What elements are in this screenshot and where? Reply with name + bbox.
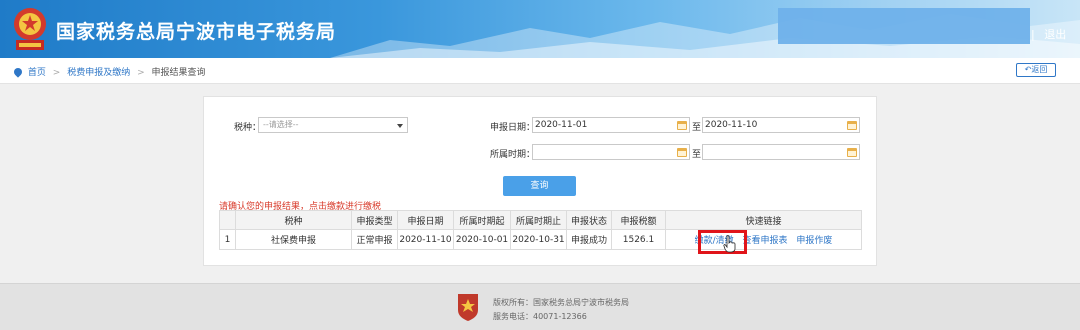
calendar-icon[interactable] — [847, 121, 857, 130]
site-header: 国家税务总局宁波市电子税务局 | 退出 — [0, 0, 1080, 58]
header-separator: | — [1031, 28, 1035, 41]
row-amount: 1526.1 — [611, 229, 666, 250]
row-index: 1 — [219, 229, 236, 250]
query-button[interactable]: 查询 — [503, 176, 576, 196]
table-header-declare-date: 申报日期 — [397, 210, 454, 230]
chevron-down-icon — [397, 124, 403, 128]
tax-type-select[interactable]: --请选择-- — [258, 117, 408, 133]
to-label: 至 — [692, 150, 702, 160]
breadcrumb-home[interactable]: 首页 — [28, 68, 46, 78]
table-row: 1 社保费申报 正常申报 2020-11-10 2020-10-01 2020-… — [219, 229, 862, 250]
breadcrumb-tax-declaration[interactable]: 税费申报及缴纳 — [67, 68, 130, 78]
declare-date-to-input[interactable]: 2020-11-10 — [702, 117, 860, 133]
breadcrumb-current: 申报结果查询 — [151, 68, 206, 78]
user-info-box — [778, 8, 1030, 44]
results-table: 税种 申报类型 申报日期 所属时期起 所属时期止 申报状态 申报税额 快速链接 … — [219, 210, 862, 250]
calendar-icon[interactable] — [677, 148, 687, 157]
to-label: 至 — [692, 123, 702, 133]
table-header-declare-type: 申报类型 — [351, 210, 398, 230]
breadcrumb-separator: > — [137, 68, 145, 78]
footer-copyright: 版权所有：国家税务总局宁波市税务局 — [493, 298, 629, 307]
table-header-quick-links: 快速链接 — [665, 210, 862, 230]
tax-emblem-icon — [14, 8, 46, 50]
declare-date-from-input[interactable]: 2020-11-01 — [532, 117, 690, 133]
row-tax-type: 社保费申报 — [235, 229, 352, 250]
table-header-index — [219, 210, 236, 230]
breadcrumb: 首页 > 税费申报及缴纳 > 申报结果查询 — [12, 65, 206, 78]
header-links: | 退出 — [1028, 26, 1069, 42]
back-button-label: 返回 — [1031, 65, 1048, 74]
row-status: 申报成功 — [566, 229, 612, 250]
period-to-input[interactable] — [702, 144, 860, 160]
row-declare-date: 2020-11-10 — [397, 229, 454, 250]
calendar-icon[interactable] — [847, 148, 857, 157]
row-period-end: 2020-10-31 — [510, 229, 567, 250]
table-header-row: 税种 申报类型 申报日期 所属时期起 所属时期止 申报状态 申报税额 快速链接 — [219, 210, 862, 230]
table-header-period-end: 所属时期止 — [510, 210, 567, 230]
location-pin-icon — [12, 66, 24, 78]
period-from-input[interactable] — [532, 144, 690, 160]
table-header-amount: 申报税额 — [611, 210, 666, 230]
breadcrumb-bar: 首页 > 税费申报及缴纳 > 申报结果查询 — [0, 58, 1080, 84]
row-quick-links: 缴款/清缴 查看申报表 申报作废 — [665, 229, 862, 250]
table-header-period-start: 所属时期起 — [453, 210, 511, 230]
tax-type-placeholder: --请选择-- — [263, 120, 299, 129]
tax-type-label: 税种： — [234, 123, 262, 133]
logout-link[interactable]: 退出 — [1044, 28, 1066, 41]
view-declaration-link[interactable]: 查看申报表 — [743, 236, 788, 246]
back-button[interactable]: ↶返回 — [1016, 63, 1056, 77]
breadcrumb-separator: > — [52, 68, 61, 78]
calendar-icon[interactable] — [677, 121, 687, 130]
row-declare-type: 正常申报 — [351, 229, 398, 250]
hand-cursor-icon — [723, 235, 736, 253]
period-label: 所属时期： — [490, 150, 536, 160]
table-header-status: 申报状态 — [566, 210, 612, 230]
void-declaration-link[interactable]: 申报作废 — [796, 236, 832, 246]
row-period-start: 2020-10-01 — [453, 229, 511, 250]
declare-date-label: 申报日期： — [490, 123, 536, 133]
tax-emblem-icon — [458, 294, 478, 321]
footer-phone: 服务电话：40071-12366 — [493, 312, 587, 321]
table-header-tax-type: 税种 — [235, 210, 352, 230]
site-title: 国家税务总局宁波市电子税务局 — [56, 21, 337, 43]
